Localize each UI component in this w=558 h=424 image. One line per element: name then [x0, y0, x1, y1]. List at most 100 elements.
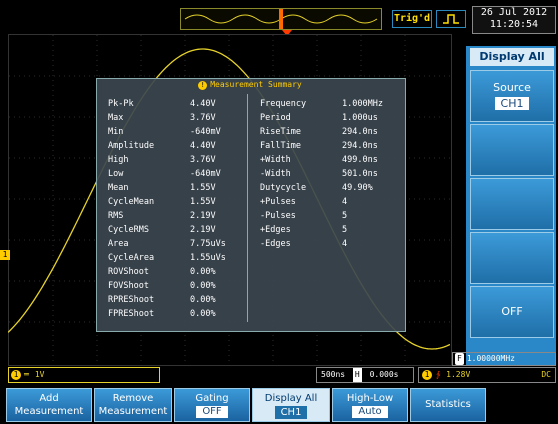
remove-measurement-button[interactable]: Remove Measurement [94, 388, 172, 422]
summary-left-value: 1.55V [190, 183, 216, 193]
summary-left-value: 2.19V [190, 211, 216, 221]
summary-title: ! Measurement Summary [96, 78, 404, 92]
summary-right-value: 49.90% [342, 183, 373, 193]
summary-divider [247, 94, 248, 322]
menu-blank-4[interactable] [470, 232, 554, 284]
time-text: 11:20:54 [489, 19, 539, 30]
summary-right-value: 294.0ns [342, 141, 378, 151]
summary-left-value: -640mV [190, 169, 221, 179]
rising-edge-icon [436, 10, 466, 28]
summary-right-label: Frequency [260, 99, 307, 109]
gating-label: Gating [195, 393, 229, 404]
gating-button[interactable]: Gating OFF [174, 388, 250, 422]
summary-left-label: RMS [108, 211, 124, 221]
summary-left-label: Pk-Pk [108, 99, 134, 109]
menu-blank-2[interactable] [470, 124, 554, 176]
summary-right-value: 5 [342, 225, 348, 235]
trigger-slope-icon: ∱ [436, 370, 441, 379]
add-line1: Add [39, 393, 59, 404]
freq-marker-icon: F [455, 353, 464, 365]
summary-left-value: 1.55uVs [190, 253, 226, 263]
display-all-button[interactable]: Display All CH1 [252, 388, 330, 422]
date-text: 26 Jul 2012 [480, 7, 548, 18]
gating-value: OFF [196, 406, 228, 418]
summary-right-label: +Width [260, 155, 291, 165]
summary-left-label: CycleRMS [108, 225, 149, 235]
trigger-level: 1.28V [446, 370, 471, 379]
trigger-ch-badge: 1 [422, 370, 432, 380]
high-low-label: High-Low [346, 393, 394, 404]
summary-right-label: FallTime [260, 141, 301, 151]
summary-left-label: Area [108, 239, 129, 249]
info-icon: ! [198, 81, 208, 90]
trigger-readout[interactable]: 1 ∱ 1.28V DC [418, 367, 556, 383]
summary-left-label: CycleMean [108, 197, 155, 207]
summary-right-value: 5 [342, 211, 348, 221]
summary-left-value: 4.40V [190, 99, 216, 109]
summary-right-label: -Width [260, 169, 291, 179]
summary-left-label: Mean [108, 183, 129, 193]
summary-right-label: Period [260, 113, 291, 123]
summary-right-value: 1.000MHz [342, 99, 383, 109]
display-all-value: CH1 [274, 406, 308, 419]
high-low-button[interactable]: High-Low Auto [332, 388, 408, 422]
right-menu-title: Display All [470, 48, 554, 66]
source-value: CH1 [494, 97, 530, 110]
source-button[interactable]: Source CH1 [470, 70, 554, 122]
menu-blank-3[interactable] [470, 178, 554, 230]
trigger-status: Trig'd [392, 10, 432, 28]
ch1-badge: 1 [11, 370, 21, 380]
summary-right-label: -Pulses [260, 211, 296, 221]
summary-left-value: 2.19V [190, 225, 216, 235]
summary-right-value: 501.0ns [342, 169, 378, 179]
summary-left-label: Amplitude [108, 141, 155, 151]
coupling-value: DC [541, 370, 551, 379]
summary-right-label: +Edges [260, 225, 291, 235]
dc-coupling-icon: ═ [24, 370, 29, 379]
summary-left-label: Low [108, 169, 124, 179]
summary-left-value: 4.40V [190, 141, 216, 151]
summary-right-value: 1.000us [342, 113, 378, 123]
ch1-scale-value: 1V [34, 370, 45, 379]
position-value: 0.000s [369, 370, 399, 379]
summary-left-value: 0.00% [190, 295, 216, 305]
statistics-button[interactable]: Statistics [410, 388, 486, 422]
summary-left-label: RPREShoot [108, 295, 155, 305]
high-low-value: Auto [352, 406, 388, 418]
summary-left-label: High [108, 155, 129, 165]
summary-right-value: 4 [342, 197, 348, 207]
remove-line2: Measurement [98, 406, 168, 417]
summary-left-value: 7.75uVs [190, 239, 226, 249]
summary-left-value: 0.00% [190, 267, 216, 277]
summary-left-value: 0.00% [190, 281, 216, 291]
summary-left-label: FOVShoot [108, 281, 149, 291]
remove-line1: Remove [112, 393, 154, 404]
timebase-readout[interactable]: 500ns H 0.000s [316, 367, 414, 383]
timebase-value: 500ns [321, 370, 346, 379]
add-line2: Measurement [14, 406, 84, 417]
freq-value: 1.00000MHz [466, 354, 515, 363]
summary-title-text: Measurement Summary [210, 80, 302, 89]
summary-left-label: ROVShoot [108, 267, 149, 277]
summary-right-label: -Edges [260, 239, 291, 249]
summary-right-value: 294.0ns [342, 127, 378, 137]
add-measurement-button[interactable]: Add Measurement [6, 388, 92, 422]
summary-right-label: RiseTime [260, 127, 301, 137]
h-marker-icon: H [352, 368, 362, 382]
summary-right-value: 499.0ns [342, 155, 378, 165]
ch1-scale[interactable]: 1 ═ 1V [8, 367, 160, 383]
summary-left-value: 0.00% [190, 309, 216, 319]
display-all-label: Display All [264, 393, 318, 404]
summary-left-label: Max [108, 113, 124, 123]
off-button[interactable]: OFF [470, 286, 554, 338]
summary-left-value: 3.76V [190, 155, 216, 165]
summary-right-value: 4 [342, 239, 348, 249]
date-time: 26 Jul 2012 11:20:54 [472, 6, 556, 34]
waveform-overview [180, 8, 382, 30]
summary-left-value: 1.55V [190, 197, 216, 207]
summary-left-label: CycleArea [108, 253, 155, 263]
overview-wave [184, 9, 378, 29]
summary-left-label: FPREShoot [108, 309, 155, 319]
ch1-ground-marker[interactable]: 1 [0, 250, 10, 260]
freq-readout: F 1.00000MHz [452, 352, 556, 366]
